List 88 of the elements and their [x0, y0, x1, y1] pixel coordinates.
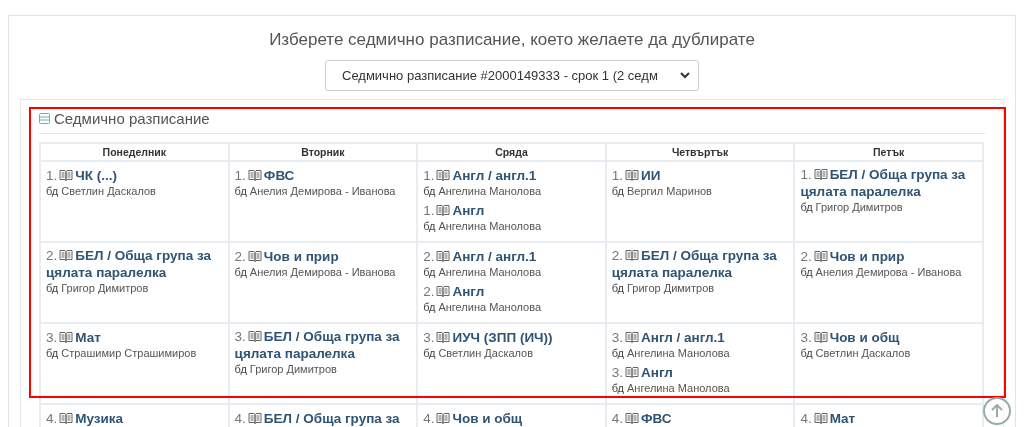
lesson-title[interactable]: 3. БЕЛ / Обща група за цялата паралелка: [234, 328, 413, 362]
lesson-title[interactable]: 1. ФВС: [234, 167, 295, 184]
book-icon: [813, 168, 828, 180]
teacher-marker: бд: [423, 265, 436, 280]
day-header: Понеделник: [40, 143, 229, 161]
teacher-name: Григор Димитров: [627, 281, 715, 296]
book-icon: [247, 169, 262, 181]
teacher-marker: бд: [611, 381, 624, 396]
lesson-title[interactable]: 2. БЕЛ / Обща група за цялата паралелка: [611, 247, 790, 281]
book-icon: [625, 331, 640, 343]
lesson-title[interactable]: 3. ИУЧ (ЗПП (ИЧ)): [423, 329, 553, 346]
book-icon: [625, 412, 640, 424]
teacher-name: Ангелина Манолова: [438, 184, 542, 199]
teacher-marker: бд: [800, 200, 813, 215]
teacher-marker: бд: [800, 265, 813, 280]
day-header: Вторник: [228, 143, 418, 161]
book-icon: [436, 250, 451, 262]
teacher-name: Анелия Демирова - Иванова: [249, 265, 396, 280]
book-icon: [625, 366, 640, 378]
teacher-marker: бд: [423, 184, 436, 199]
teacher-name: Ангелина Манолова: [438, 219, 542, 234]
teacher-name: Ангелина Манолова: [627, 381, 730, 396]
book-icon: [59, 412, 74, 424]
lesson-title[interactable]: 2. Чов и прир: [234, 248, 339, 265]
teacher-name: Страшимир Страшимиров: [61, 346, 197, 361]
book-icon: [436, 285, 451, 297]
book-icon: [813, 331, 828, 343]
teacher-marker: бд: [611, 281, 624, 296]
lesson-title[interactable]: 1. ЧК (...): [46, 167, 117, 184]
lesson-title[interactable]: 3. Англ / англ.1: [611, 329, 725, 346]
lesson-title[interactable]: 1. Англ / англ.1: [423, 167, 537, 184]
teacher-name: Григор Димитров: [249, 362, 337, 377]
chevron-icon: [680, 72, 690, 79]
teacher-name: Светлин Даскалов: [61, 184, 156, 199]
book-icon: [436, 204, 451, 216]
teacher-marker: бд: [611, 346, 624, 361]
book-icon: [813, 250, 828, 262]
teacher-marker: бд: [423, 300, 436, 315]
book-icon: [436, 412, 451, 424]
teacher-marker: бд: [423, 346, 436, 361]
teacher-marker: бд: [611, 184, 624, 199]
teacher-name: Анелия Демирова - Иванова: [815, 265, 962, 280]
teacher-marker: бд: [234, 184, 247, 199]
lesson-title[interactable]: 2. БЕЛ / Обща група за цялата паралелка: [46, 247, 224, 281]
book-icon: [247, 412, 262, 424]
teacher-name: Ангелина Манолова: [438, 300, 542, 315]
day-header: Четвъртък: [605, 143, 795, 161]
book-icon: [59, 169, 74, 181]
page-title: Изберете седмично разписание, което желаете да дублирате: [269, 30, 755, 50]
day-header: Петък: [794, 143, 983, 161]
teacher-marker: бд: [234, 265, 247, 280]
teacher-marker: бд: [46, 346, 59, 361]
book-icon: [436, 331, 451, 343]
book-icon: [59, 331, 74, 343]
lesson-title[interactable]: 2. Англ / англ.1: [423, 248, 537, 265]
lesson-title[interactable]: 3. Мат: [46, 329, 101, 346]
teacher-marker: бд: [800, 346, 813, 361]
teacher-marker: бд: [234, 362, 247, 377]
book-icon: [625, 169, 640, 181]
lesson-title[interactable]: 1. Англ: [423, 202, 485, 219]
lesson-title[interactable]: 2. Чов и прир: [800, 248, 905, 265]
book-icon: [436, 169, 451, 181]
lesson-title[interactable]: 3. Чов и общ: [800, 329, 900, 346]
teacher-name: Анелия Демирова - Иванова: [249, 184, 396, 199]
lesson-title[interactable]: 1. ИИ: [611, 167, 661, 184]
lesson-title[interactable]: 3. Англ: [611, 364, 673, 381]
schedule-select[interactable]: Седмично разписание #2000149333 - срок 1 (2 седм: [325, 60, 699, 91]
teacher-name: Ангелина Манолова: [438, 265, 542, 280]
book-icon: [247, 250, 262, 262]
book-icon: [625, 249, 640, 261]
book-icon: [59, 249, 74, 261]
scroll-top-button[interactable]: [983, 397, 1011, 425]
lesson-title[interactable]: 1. БЕЛ / Обща група за цялата паралелка: [800, 166, 978, 200]
panel-title: Седмично разписание: [54, 110, 210, 127]
up-arrow-icon: [991, 404, 1003, 418]
teacher-name: Светлин Даскалов: [438, 346, 534, 361]
teacher-name: Ангелина Манолова: [627, 346, 730, 361]
teacher-name: Светлин Даскалов: [815, 346, 911, 361]
teacher-marker: бд: [46, 281, 59, 296]
book-icon: [813, 412, 828, 424]
day-header: Сряда: [417, 143, 606, 161]
teacher-marker: бд: [46, 184, 59, 199]
teacher-name: Вергил Маринов: [627, 184, 712, 199]
teacher-marker: бд: [423, 219, 436, 234]
lesson-title[interactable]: 2. Англ: [423, 283, 485, 300]
teacher-name: Григор Димитров: [815, 200, 903, 215]
teacher-name: Григор Димитров: [61, 281, 149, 296]
book-icon: [247, 330, 262, 342]
